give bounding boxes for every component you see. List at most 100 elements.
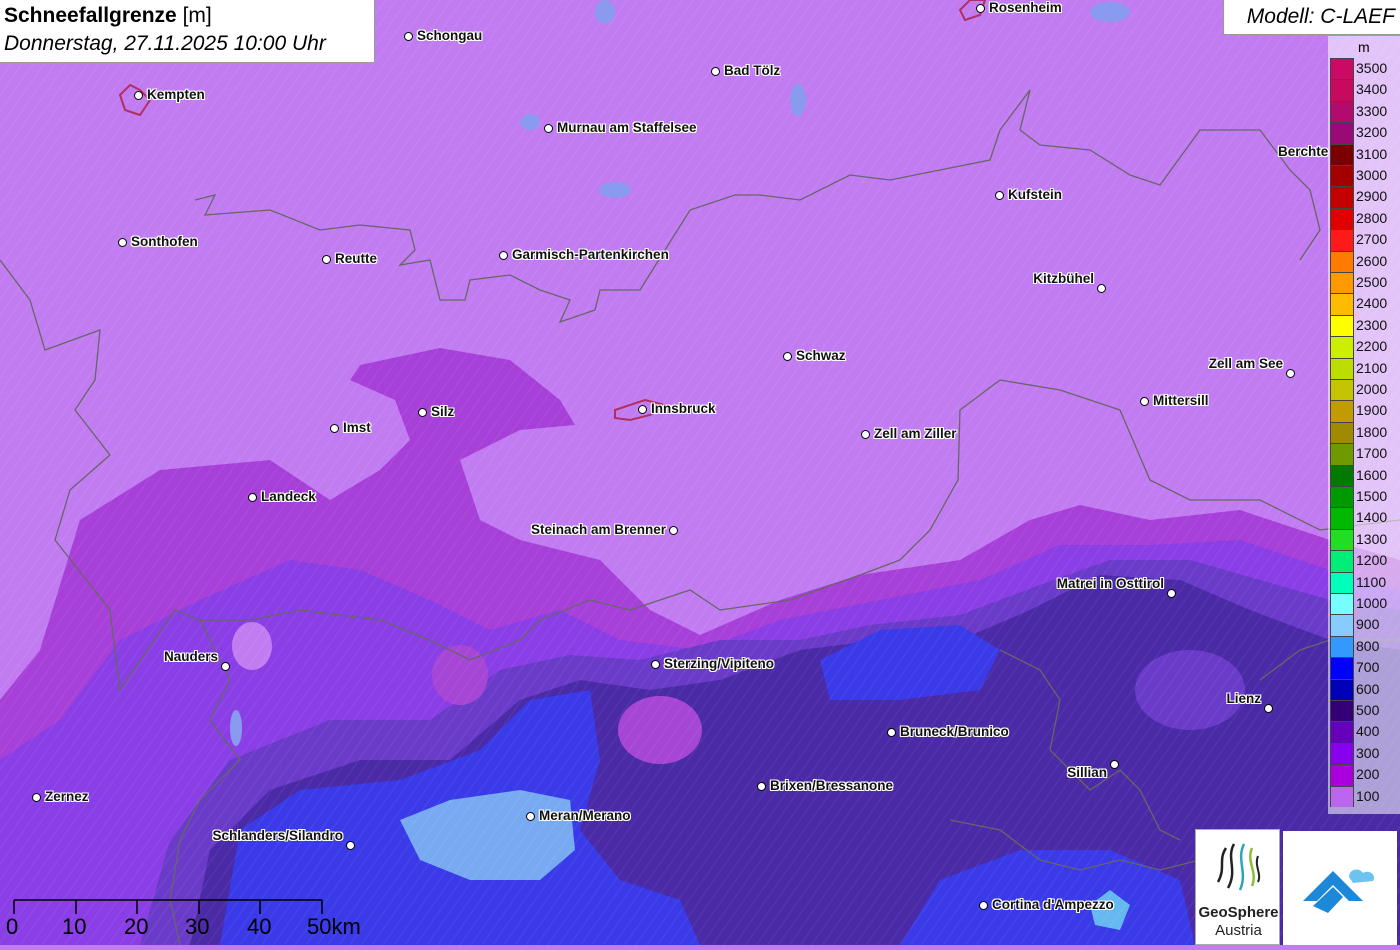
legend-swatch-700 <box>1330 657 1354 679</box>
model-label: Modell: C-LAEF <box>1246 5 1395 28</box>
city-label[interactable]: Nauders <box>164 649 218 664</box>
legend-label-400: 400 <box>1356 723 1380 740</box>
legend-label-100: 100 <box>1356 787 1380 804</box>
legend-swatch-2000 <box>1330 379 1354 401</box>
city-label[interactable]: Berchte <box>1278 144 1328 159</box>
city-label[interactable]: Kitzbühel <box>1033 271 1094 286</box>
legend-label-2100: 2100 <box>1356 359 1388 376</box>
city-label[interactable]: Zell am See <box>1209 356 1283 371</box>
city-label[interactable]: Schlanders/Silandro <box>212 828 343 843</box>
city-label[interactable]: Bad Tölz <box>724 63 780 78</box>
city-marker <box>1167 589 1176 598</box>
legend-label-2500: 2500 <box>1356 274 1388 290</box>
city-label[interactable]: Brixen/Bressanone <box>770 778 893 793</box>
city-marker <box>134 91 143 100</box>
city-label[interactable]: Sillian <box>1067 765 1107 780</box>
legend-label-2000: 2000 <box>1356 381 1388 397</box>
city-marker <box>544 124 553 133</box>
legend-swatch-3100 <box>1330 143 1354 165</box>
legend-label-700: 700 <box>1356 659 1380 676</box>
model-box: Modell: C-LAEF <box>1223 0 1400 35</box>
color-legend: m 3500 3400 3300 3200 3100 3000 2900 2800 2700 26… <box>1328 36 1400 814</box>
city-label[interactable]: Meran/Merano <box>539 808 631 823</box>
city-label[interactable]: Silz <box>431 404 454 419</box>
city-marker <box>861 430 870 439</box>
legend-label-1800: 1800 <box>1356 423 1388 440</box>
legend-swatch-3300 <box>1330 100 1354 123</box>
weather-app-logo[interactable] <box>1283 831 1397 945</box>
snowfall-limit-map[interactable] <box>0 0 1400 945</box>
city-marker <box>1097 284 1106 293</box>
city-label[interactable]: Cortina d'Ampezzo <box>992 897 1114 912</box>
legend-label-3100: 3100 <box>1356 145 1388 162</box>
city-marker <box>221 662 230 671</box>
scale-label-40: 40 <box>247 914 272 939</box>
legend-label-2800: 2800 <box>1356 209 1388 226</box>
legend-swatch-1300 <box>1330 528 1354 551</box>
city-label[interactable]: Innsbruck <box>651 401 716 416</box>
legend-label-2700: 2700 <box>1356 231 1388 248</box>
legend-swatch-2300 <box>1330 314 1354 337</box>
city-label[interactable]: Kufstein <box>1008 187 1062 202</box>
city-label[interactable]: Landeck <box>261 489 316 504</box>
legend-label-1200: 1200 <box>1356 552 1388 569</box>
legend-swatch-1700 <box>1330 443 1354 465</box>
legend-label-3400: 3400 <box>1356 81 1388 98</box>
city-label[interactable]: Garmisch-Partenkirchen <box>512 247 669 262</box>
legend-swatch-2700 <box>1330 229 1354 251</box>
legend-label-1500: 1500 <box>1356 488 1388 504</box>
cloud-mountain-icon <box>1303 869 1375 913</box>
geosphere-logo[interactable]: GeoSphere Austria <box>1195 829 1280 945</box>
legend-label-1000: 1000 <box>1356 595 1388 611</box>
city-label[interactable]: Schongau <box>417 28 482 43</box>
city-marker <box>1264 704 1273 713</box>
city-marker <box>1140 397 1149 406</box>
legend-swatch-900 <box>1330 614 1354 636</box>
city-marker <box>651 660 660 669</box>
legend-unit: m <box>1358 39 1370 55</box>
legend-label-800: 800 <box>1356 637 1380 654</box>
city-label[interactable]: Sterzing/Vipiteno <box>664 656 774 671</box>
legend-swatch-1900 <box>1330 400 1354 422</box>
city-label[interactable]: Rosenheim <box>989 0 1062 15</box>
scale-label-20: 20 <box>124 914 149 939</box>
legend-label-1400: 1400 <box>1356 509 1388 526</box>
city-marker <box>499 251 508 260</box>
scale-box: 0 10 20 30 40 50km <box>0 894 374 945</box>
legend-label-3300: 3300 <box>1356 102 1388 119</box>
city-label[interactable]: Imst <box>343 420 371 435</box>
city-marker <box>1286 369 1295 378</box>
legend-label-3200: 3200 <box>1356 124 1388 141</box>
city-label[interactable]: Zernez <box>45 789 89 804</box>
city-label[interactable]: Murnau am Staffelsee <box>557 120 697 135</box>
city-label[interactable]: Lienz <box>1226 691 1261 706</box>
city-label[interactable]: Bruneck/Brunico <box>900 724 1009 739</box>
city-label[interactable]: Matrei in Osttirol <box>1057 576 1164 591</box>
city-label[interactable]: Mittersill <box>1153 393 1209 408</box>
city-marker <box>418 408 427 417</box>
legend-swatch-3200 <box>1330 122 1354 144</box>
city-label[interactable]: Reutte <box>335 251 377 266</box>
scale-label-50km: 50km <box>307 914 361 939</box>
legend-label-300: 300 <box>1356 744 1380 761</box>
city-marker <box>346 841 355 850</box>
legend-swatch-1000 <box>1330 593 1354 615</box>
legend-swatch-2800 <box>1330 207 1354 230</box>
city-label[interactable]: Schwaz <box>796 348 846 363</box>
map-title: Schneefallgrenze [m] <box>4 4 212 27</box>
legend-label-1600: 1600 <box>1356 466 1388 483</box>
title-box: Schneefallgrenze [m] Donnerstag, 27.11.2… <box>0 0 375 63</box>
city-marker <box>757 782 766 791</box>
geosphere-emblem-icon <box>1211 841 1265 895</box>
legend-swatch-1400 <box>1330 507 1354 529</box>
city-label[interactable]: Sonthofen <box>131 234 198 249</box>
legend-swatch-3500 <box>1330 58 1354 80</box>
city-label[interactable]: Zell am Ziller <box>874 426 957 441</box>
legend-label-1300: 1300 <box>1356 530 1388 547</box>
city-label[interactable]: Steinach am Brenner <box>531 522 666 537</box>
map-subtitle: Donnerstag, 27.11.2025 10:00 Uhr <box>4 32 326 55</box>
city-marker <box>638 405 647 414</box>
city-label[interactable]: Kempten <box>147 87 205 102</box>
city-marker <box>783 352 792 361</box>
city-marker <box>118 238 127 247</box>
